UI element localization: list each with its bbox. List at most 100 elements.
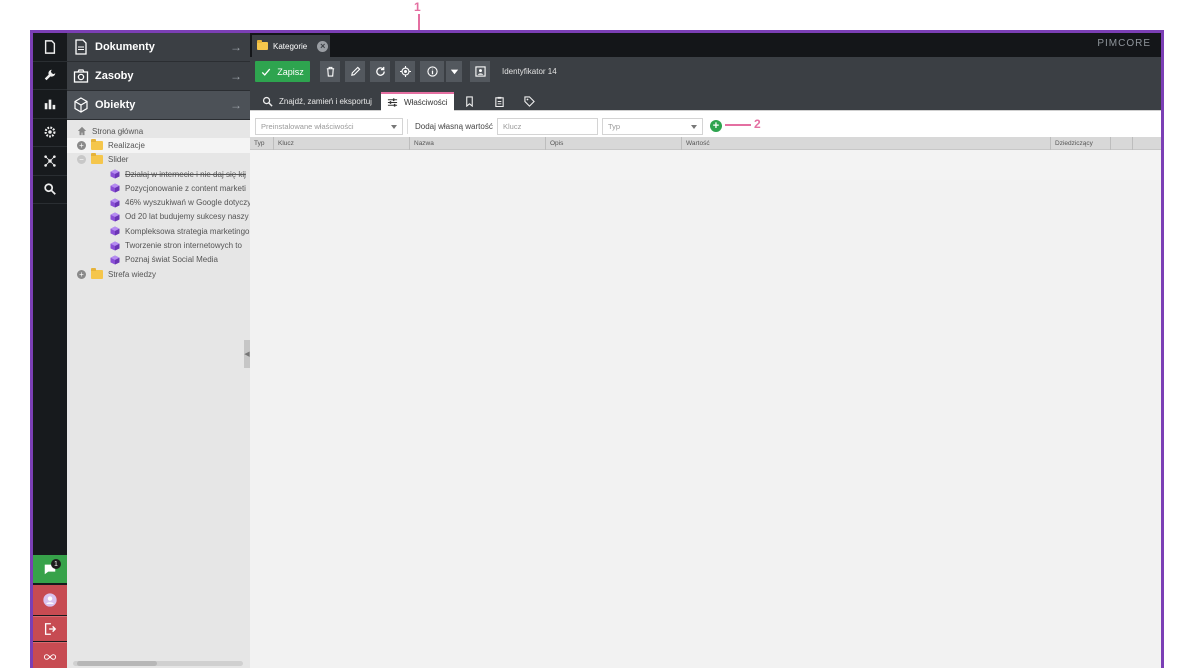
- main-menu-bar: 1: [33, 33, 67, 668]
- tree-object[interactable]: Od 20 lat budujemy sukcesy naszy: [67, 210, 250, 224]
- gear-icon: [44, 126, 56, 138]
- collapse-icon[interactable]: −: [77, 155, 86, 165]
- user-card-icon: [474, 66, 486, 77]
- column-name[interactable]: Nazwa: [410, 137, 546, 150]
- tree-folder[interactable]: + Strefa wiedzy: [67, 267, 250, 281]
- tab-tags[interactable]: [518, 92, 547, 111]
- editor-tab-kategorie[interactable]: Kategorie ×: [252, 35, 330, 57]
- caret-down-icon: [391, 125, 397, 129]
- tree-object[interactable]: Działaj w internecie i nie daj się kij: [67, 167, 250, 181]
- accordion-objects[interactable]: Obiekty →: [67, 91, 250, 120]
- object-toolbar: Zapisz Identyfikator 14: [250, 57, 1161, 90]
- show-in-tree-button[interactable]: [395, 61, 415, 82]
- column-inherited[interactable]: Dziedziczący: [1051, 137, 1111, 150]
- tree-item-label: Realizacje: [108, 140, 145, 150]
- home-icon: [77, 126, 87, 136]
- tab-notes[interactable]: [488, 92, 517, 111]
- menu-settings[interactable]: [33, 119, 67, 147]
- caret-down-icon: [450, 69, 458, 75]
- refresh-icon: [375, 66, 385, 76]
- folder-icon: [91, 138, 103, 150]
- pimcore-logo-button[interactable]: [33, 642, 67, 668]
- folder-icon: [257, 40, 268, 50]
- delete-button[interactable]: [320, 61, 340, 82]
- cube-icon: [74, 97, 88, 113]
- pencil-icon: [350, 66, 360, 76]
- info-button[interactable]: [420, 61, 444, 82]
- object-cube-icon: [110, 255, 120, 265]
- target-icon: [399, 66, 411, 77]
- logout-button[interactable]: [33, 616, 67, 641]
- add-property-button[interactable]: +: [710, 120, 722, 132]
- accordion-documents[interactable]: Dokumenty →: [67, 33, 250, 62]
- expand-icon[interactable]: +: [77, 140, 86, 150]
- filter-divider: [407, 119, 408, 134]
- search-icon: [262, 96, 273, 107]
- column-key[interactable]: Klucz: [274, 137, 410, 150]
- tree-folder[interactable]: − Slider: [67, 153, 250, 167]
- notification-badge: 1: [51, 559, 61, 569]
- type-select[interactable]: Typ: [602, 118, 703, 135]
- predefined-properties-select[interactable]: Preinstalowane właściwości: [255, 118, 403, 135]
- notifications-button[interactable]: 1: [33, 555, 67, 583]
- menu-reports[interactable]: [33, 90, 67, 119]
- key-input[interactable]: Klucz: [497, 118, 598, 135]
- document-icon: [75, 39, 87, 55]
- tab-properties-label: Właściwości: [404, 98, 448, 107]
- brand-logo: PIMCORE: [1097, 38, 1151, 49]
- menu-search[interactable]: [33, 176, 67, 204]
- annotation-1-number: 1: [414, 0, 421, 14]
- tree-item-label: Od 20 lat budujemy sukcesy naszy: [125, 212, 249, 222]
- column-description[interactable]: Opis: [546, 137, 682, 150]
- type-select-placeholder: Typ: [608, 122, 621, 131]
- arrow-right-icon: →: [230, 98, 242, 112]
- accordion-assets[interactable]: Zasoby →: [67, 62, 250, 91]
- sliders-icon: [387, 98, 398, 107]
- properties-grid-body: [250, 180, 1161, 668]
- tab-properties[interactable]: Właściwości: [381, 92, 454, 111]
- tree-horizontal-scrollbar[interactable]: [73, 661, 243, 666]
- object-cube-icon: [110, 183, 120, 193]
- expand-icon[interactable]: +: [77, 269, 86, 279]
- save-button[interactable]: Zapisz: [255, 61, 310, 82]
- scrollbar-thumb[interactable]: [77, 661, 157, 666]
- network-icon: [44, 155, 56, 167]
- tree-item-label: Pozycjonowanie z content marketi: [125, 183, 246, 193]
- tree-object[interactable]: Poznaj świat Social Media: [67, 253, 250, 267]
- column-value[interactable]: Wartość: [682, 137, 1051, 150]
- preview-button[interactable]: [470, 61, 490, 82]
- wrench-icon: [44, 70, 56, 81]
- object-identifier: Identyfikator 14: [502, 67, 557, 76]
- user-profile-button[interactable]: [33, 585, 67, 615]
- tab-dependencies[interactable]: [458, 92, 487, 111]
- tree-folder[interactable]: + Realizacje: [67, 138, 250, 153]
- check-icon: [262, 68, 271, 76]
- infinity-logo-icon: [43, 654, 57, 660]
- object-tree: Strona główna + Realizacje − Slider Działaj …: [67, 120, 250, 281]
- properties-filter-bar: Preinstalowane właściwości Dodaj własną …: [250, 111, 1161, 137]
- tab-search-replace[interactable]: Znajdź, zamień i eksportuj: [256, 92, 378, 111]
- menu-tools[interactable]: [33, 62, 67, 90]
- save-button-label: Zapisz: [277, 66, 304, 77]
- close-icon[interactable]: ×: [317, 40, 329, 52]
- rename-button[interactable]: [345, 61, 365, 82]
- more-dropdown-button[interactable]: [446, 61, 462, 82]
- object-subtabs: Znajdź, zamień i eksportuj Właściwości: [250, 90, 1161, 111]
- avatar-icon: [43, 593, 57, 607]
- tree-object[interactable]: Kompleksowa strategia marketingo: [67, 224, 250, 238]
- tree-object[interactable]: Pozycjonowanie z content marketi: [67, 181, 250, 195]
- tree-object[interactable]: Tworzenie stron internetowych to: [67, 238, 250, 252]
- menu-documents[interactable]: [33, 33, 67, 62]
- object-cube-icon: [110, 241, 120, 251]
- tree-root[interactable]: Strona główna: [67, 124, 250, 138]
- object-cube-icon: [110, 226, 120, 236]
- menu-datahub[interactable]: [33, 147, 67, 176]
- folder-icon: [91, 153, 103, 165]
- object-cube-icon: [110, 212, 120, 222]
- tree-object[interactable]: 46% wyszukiwań w Google dotyczy: [67, 195, 250, 209]
- key-input-placeholder: Klucz: [503, 122, 522, 131]
- tag-icon: [524, 96, 535, 107]
- reload-button[interactable]: [370, 61, 390, 82]
- camera-icon: [73, 69, 89, 83]
- column-type[interactable]: Typ: [250, 137, 274, 150]
